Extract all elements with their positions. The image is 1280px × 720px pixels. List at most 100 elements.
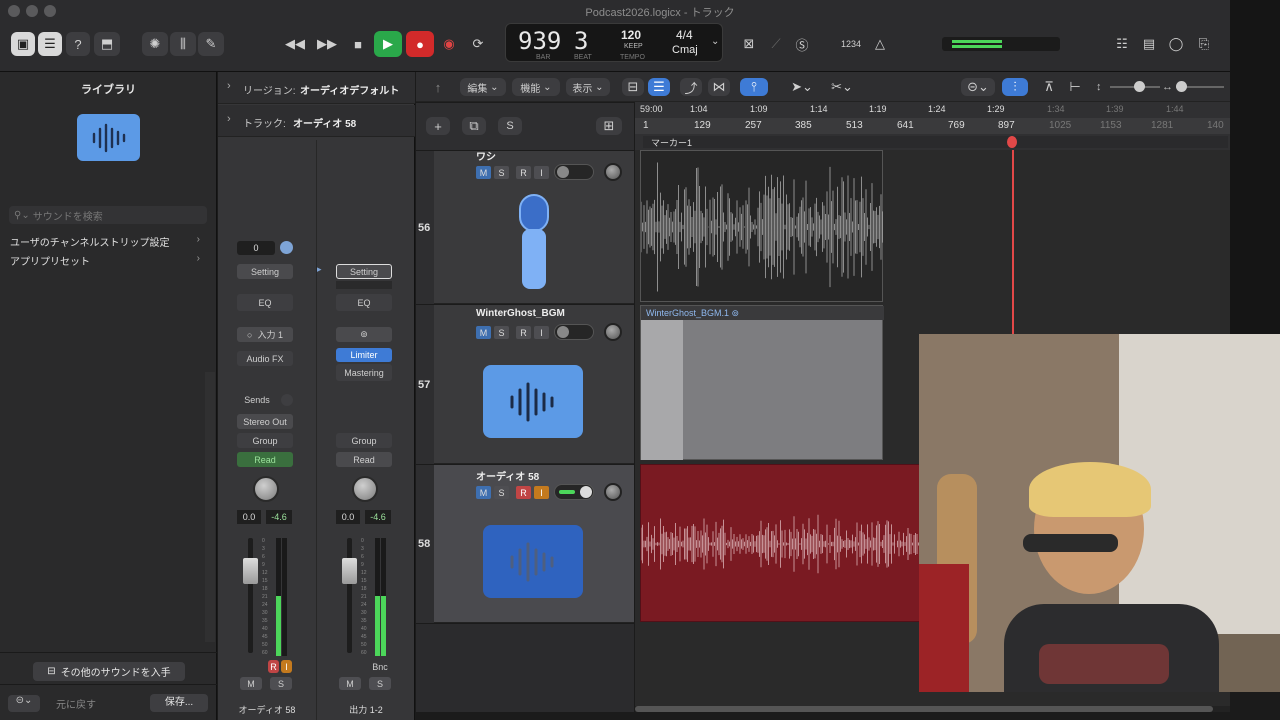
track-name[interactable]: オーディオ 58 [476, 468, 539, 483]
volume-fader-handle[interactable] [243, 558, 258, 584]
pan-knob[interactable] [352, 476, 378, 502]
track-solo-button[interactable]: S [494, 486, 509, 499]
fit-horizontal-icon[interactable]: ⊢ [1064, 78, 1086, 96]
vertical-zoom-slider[interactable] [1110, 81, 1160, 92]
metronome-icon[interactable]: △ [868, 32, 892, 56]
solo-button[interactable]: S [369, 677, 391, 690]
edit-menu[interactable]: 編集 ⌄ [460, 78, 506, 96]
track-on-off-toggle[interactable] [554, 324, 594, 340]
inspector-toggle-icon[interactable]: ☰ [38, 32, 62, 56]
track-solo-button[interactable]: S [494, 326, 509, 339]
library-options-icon[interactable]: ⊝⌄ [8, 695, 40, 712]
forward-icon[interactable]: ▶▶ [314, 32, 340, 56]
flex-view-icon[interactable]: ⊟ [622, 78, 644, 96]
library-item-app-presets[interactable]: アプリプリセット › [10, 253, 200, 268]
count-in-button[interactable]: 1234 [836, 32, 866, 56]
track-mute-button[interactable]: M [476, 486, 491, 499]
track-record-button[interactable]: R [516, 486, 531, 499]
setting-button[interactable]: Setting [336, 264, 392, 279]
add-track-icon[interactable]: + [426, 117, 450, 135]
rewind-icon[interactable]: ◀◀ [282, 32, 308, 56]
track-mute-button[interactable]: M [476, 166, 491, 179]
track-input-monitor-button[interactable]: I [534, 486, 549, 499]
audio-region-voice[interactable] [640, 464, 925, 622]
library-scrollbar[interactable] [205, 372, 215, 642]
library-item-user-channel-strips[interactable]: ユーザのチャンネルストリップ設定 › [10, 234, 200, 249]
input-button[interactable]: ○ 入力 1 [237, 327, 293, 342]
track-volume-knob[interactable] [604, 163, 622, 181]
toolbar-toggle-icon[interactable]: ⬒ [94, 32, 120, 56]
track-on-off-toggle[interactable] [554, 484, 594, 500]
revert-button[interactable]: 元に戻す [56, 696, 96, 711]
mixer-icon[interactable]: ⫼ [170, 32, 196, 56]
track-on-off-toggle[interactable] [554, 164, 594, 180]
stop-icon[interactable]: ■ [345, 32, 371, 56]
track-mute-button[interactable]: M [476, 326, 491, 339]
track-list-view-icon[interactable]: ☰ [648, 78, 670, 96]
limiter-plugin-slot[interactable]: Limiter [336, 348, 392, 362]
input-monitor-button[interactable]: I [281, 660, 292, 673]
lcd-display[interactable]: 939 3 BAR BEAT 120 KEEP TEMPO 4/4 Cmaj ⌄ [505, 23, 723, 62]
duplicate-track-icon[interactable]: ⧉ [462, 117, 486, 135]
bounce-button[interactable]: Bnc [369, 660, 391, 673]
sends-knob[interactable] [281, 394, 293, 406]
automation-read-button[interactable]: Read [336, 452, 392, 467]
browsers-icon[interactable]: ⎘ [1192, 32, 1216, 56]
help-icon[interactable]: ? [66, 32, 90, 56]
solo-button[interactable]: S [270, 677, 292, 690]
smart-controls-icon[interactable]: ✺ [142, 32, 168, 56]
global-solo-button[interactable]: S [498, 117, 522, 135]
track-volume-knob[interactable] [604, 323, 622, 341]
loop-browser-icon[interactable]: ◯ [1164, 32, 1188, 56]
stereo-link-icon[interactable]: ⊚ [336, 327, 392, 342]
zoom-window-button[interactable] [44, 5, 56, 17]
replace-icon[interactable]: ⊠ [737, 32, 761, 56]
editors-icon[interactable]: ✎ [198, 32, 224, 56]
gain-knob[interactable] [280, 241, 293, 254]
play-button[interactable]: ▶ [374, 31, 402, 57]
scissors-tool-icon[interactable]: ✂⌄ [826, 78, 858, 96]
snap-icon[interactable]: ⫯ [740, 78, 768, 96]
volume-fader-handle[interactable] [342, 558, 357, 584]
capture-record-icon[interactable]: ◉ [438, 32, 460, 56]
tuner-icon[interactable]: ⟋ [764, 32, 788, 56]
audio-region-bgm[interactable]: WinterGhost_BGM.1 ⊚ [640, 305, 884, 460]
minimize-window-button[interactable] [26, 5, 38, 17]
library-toggle-icon[interactable]: ▣ [11, 32, 35, 56]
horizontal-zoom-slider[interactable] [1176, 81, 1224, 92]
marker-lane[interactable]: マーカー1 [643, 136, 1228, 148]
fit-vertical-icon[interactable]: ⊼ [1038, 78, 1060, 96]
gain-value[interactable]: 0 [237, 241, 275, 255]
get-more-sounds-button[interactable]: ⊟ その他のサウンドを入手 [33, 662, 185, 681]
pointer-tool-icon[interactable]: ➤⌄ [786, 78, 818, 96]
view-menu[interactable]: 表示 ⌄ [566, 78, 610, 96]
mastering-plugin-slot[interactable]: Mastering [336, 364, 392, 381]
track-name[interactable]: ワシ [476, 148, 496, 163]
track-record-button[interactable]: R [516, 166, 531, 179]
track-input-monitor-button[interactable]: I [534, 166, 549, 179]
options-icon[interactable]: ⊝⌄ [961, 78, 995, 96]
audio-region-vocal[interactable] [640, 150, 883, 302]
solo-icon[interactable]: Ⓢ [790, 32, 814, 56]
record-button[interactable]: ● [406, 31, 434, 57]
close-window-button[interactable] [8, 5, 20, 17]
list-editors-icon[interactable]: ☷ [1110, 32, 1134, 56]
group-button[interactable]: Group [237, 433, 293, 448]
mute-button[interactable]: M [240, 677, 262, 690]
ruler[interactable]: 59:00 1:04 1:09 1:14 1:19 1:24 1:29 1:34 1:39 1:4… [635, 102, 1230, 150]
flex-icon[interactable]: ⋈ [708, 78, 730, 96]
mute-button[interactable]: M [339, 677, 361, 690]
eq-button[interactable]: EQ [237, 294, 293, 311]
volume-fader-track[interactable] [248, 538, 253, 653]
track-header[interactable]: 58 オーディオ 58 M S R I [416, 465, 634, 623]
horizontal-scrollbar[interactable] [635, 706, 1230, 712]
track-volume-knob[interactable] [604, 483, 622, 501]
lcd-chevron-down-icon[interactable]: ⌄ [711, 36, 719, 47]
track-name[interactable]: WinterGhost_BGM [476, 308, 565, 319]
track-header[interactable]: 56 ワシ M S R I [416, 151, 634, 304]
cycle-icon[interactable]: ⟳ [466, 32, 490, 56]
output-button[interactable]: Stereo Out [237, 414, 293, 429]
track-inspector-header[interactable]: › トラック: オーディオ 58 [218, 105, 415, 137]
group-button[interactable]: Group [336, 433, 392, 448]
track-input-monitor-button[interactable]: I [534, 326, 549, 339]
